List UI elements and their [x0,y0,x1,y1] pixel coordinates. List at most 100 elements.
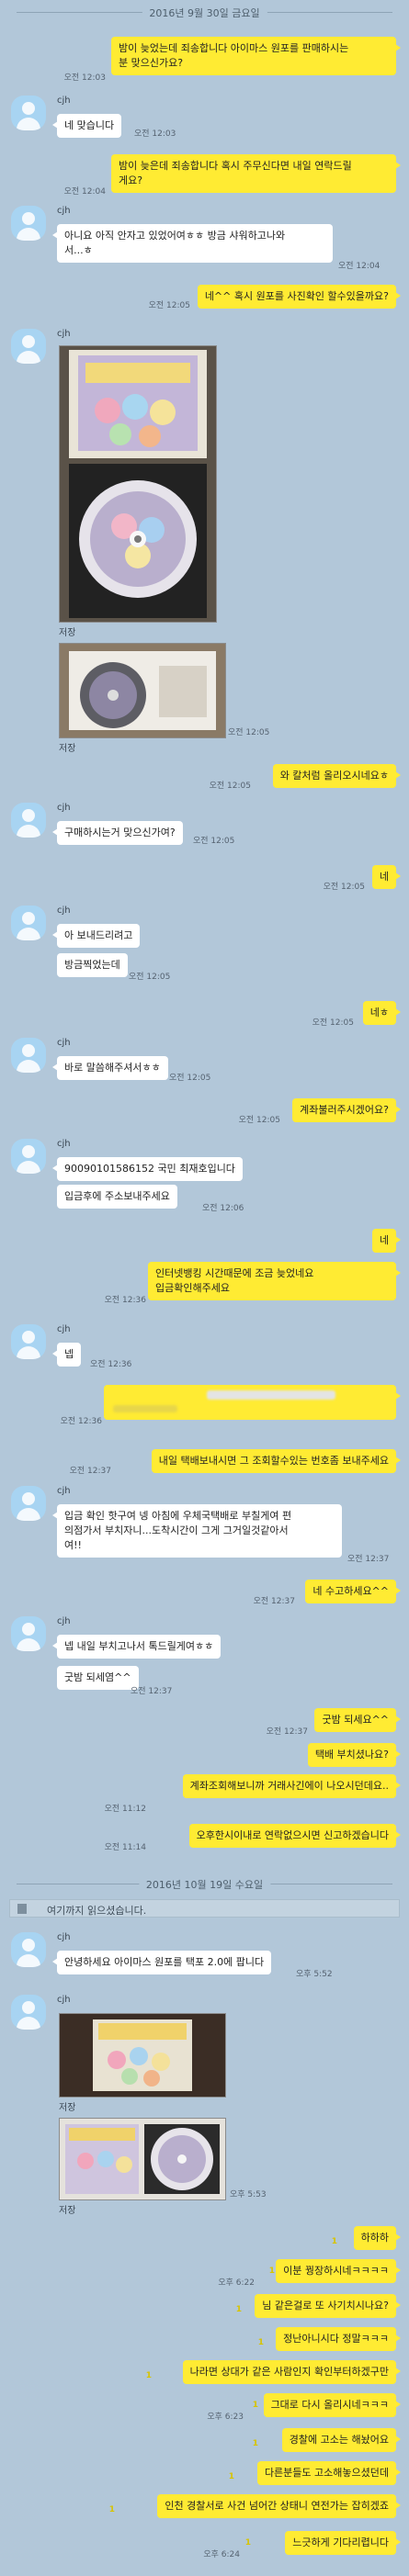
my-message-redacted[interactable] [104,1385,401,1420]
sender-name: cjh [57,1486,71,1496]
message-time: 오전 12:05 [209,782,251,791]
message-time: 오전 12:36 [104,1296,146,1305]
my-message[interactable]: 밤이 늦은데 죄송합니다 혹시 주무신다면 내일 연락드릴 게요? [111,154,401,193]
bookmark-icon [17,1904,27,1914]
message-time: 오전 12:04 [63,187,106,197]
unread-count: 1 [252,2401,258,2410]
their-message[interactable]: 입금후에 주소보내주세요 [57,1185,177,1209]
my-message[interactable]: 네^^ 혹시 원포를 사진확인 할수있을까요? [197,285,402,309]
read-marker-text: 여기까지 읽으셨습니다. [47,1905,147,1917]
my-message[interactable]: 네ㅎ [362,1001,402,1025]
message-time: 오후 6:22 [218,2278,255,2288]
message-time: 오후 5:53 [230,2190,267,2199]
avatar[interactable] [11,1038,46,1073]
message-time: 오전 12:05 [169,1074,211,1083]
unread-count: 1 [235,2305,242,2314]
avatar[interactable] [11,1995,46,2030]
my-message[interactable]: 택배 부치셨나요? [307,1743,402,1767]
save-label[interactable]: 저장 [59,2202,75,2216]
avatar[interactable] [11,206,46,241]
photo-image[interactable] [59,2118,226,2200]
message-time: 오전 11:12 [104,1805,146,1814]
unread-count: 1 [331,2237,337,2246]
sender-name: cjh [57,1139,71,1149]
date-separator: 2016년 10월 19일 수요일 [0,1877,409,1892]
my-message[interactable]: 다른분들도 고소해놓으셨던데 [256,2461,402,2485]
avatar[interactable] [11,803,46,838]
photo-image[interactable] [59,643,226,738]
photo-case-open [60,2119,225,2199]
message-time: 오전 12:37 [266,1727,308,1737]
their-message[interactable]: 구매하시는거 맞으신가여? [52,821,183,845]
my-message[interactable]: 하하하 [353,2226,402,2250]
their-message[interactable]: 바로 말씀해주셔서ㅎㅎ [52,1056,168,1080]
my-message[interactable]: 정난아니시다 정말ㅋㅋㅋ [276,2327,401,2351]
their-message[interactable]: 넵 [51,1343,82,1367]
my-message[interactable]: 경찰에 고소는 해놨어요 [281,2428,402,2452]
their-message[interactable]: 방금찍었는데 [57,953,128,977]
photo-image[interactable] [59,2013,226,2098]
date-label: 2016년 10월 19일 수요일 [138,1877,271,1892]
unread-count: 1 [228,2472,234,2481]
my-message[interactable]: 오후한시이내로 연락없으시면 신고하겠습니다 [188,1824,402,1848]
avatar[interactable] [11,329,46,364]
my-message[interactable]: 인터넷뱅킹 시간때문에 조금 늦었네요 입금확인해주세요 [148,1262,401,1300]
their-message[interactable]: 아니요 아직 안자고 있었어여ㅎㅎ 방금 샤워하고나와 서...ㅎ [52,224,333,263]
my-message[interactable]: 느긋하게 기다리렵니다 [285,2531,401,2555]
their-message[interactable]: 굿밤 되세염^^ [57,1666,139,1690]
message-time: 오후 6:24 [203,2550,240,2559]
message-time: 오전 12:37 [131,1687,173,1696]
message-time: 오전 12:05 [129,973,171,982]
message-time: 오전 12:37 [253,1597,295,1606]
my-message[interactable]: 네 수고하세요^^ [305,1580,401,1603]
save-label[interactable]: 저장 [59,624,75,638]
photo-image[interactable] [59,345,217,623]
avatar[interactable] [11,906,46,940]
avatar[interactable] [11,1139,46,1174]
message-time: 오후 6:23 [207,2413,244,2422]
my-message[interactable]: 님 같은걸로 또 사기치시나요? [255,2294,401,2318]
avatar[interactable] [11,96,46,130]
my-message[interactable]: 네 [371,1229,402,1253]
read-marker-bar[interactable]: 여기까지 읽으셨습니다. [9,1899,400,1918]
message-time: 오전 12:05 [193,837,235,846]
my-message[interactable]: 와 칼처럼 올리오시네요ㅎ [272,764,402,788]
sender-name: cjh [57,803,71,813]
message-time: 오전 12:05 [148,301,190,310]
save-label[interactable]: 저장 [59,2099,75,2113]
sender-name: cjh [57,329,71,339]
message-time: 오전 12:37 [347,1555,390,1564]
avatar[interactable] [11,1486,46,1521]
my-message[interactable]: 계좌조회해보니까 거래사긴에이 나오시던데요.. [182,1774,402,1798]
my-message[interactable]: 내일 택배보내시면 그 조회할수있는 번호좀 보내주세요 [151,1449,402,1473]
message-time: 오전 11:14 [104,1843,146,1852]
message-time: 오전 12:36 [60,1417,102,1426]
my-message[interactable]: 계좌불러주시겠어요? [292,1098,401,1122]
their-message[interactable]: 90090101586152 국민 최재호입니다 [52,1157,243,1181]
my-message[interactable]: 굿밤 되세요^^ [314,1708,401,1732]
their-message[interactable]: 안녕하세요 아이마스 원포를 택포 2.0에 팝니다 [51,1951,272,1974]
my-message[interactable]: 네 [371,865,402,889]
avatar[interactable] [11,1324,46,1359]
sender-name: cjh [57,906,71,916]
their-message[interactable]: 아 보내드리려고 [51,924,141,948]
unread-count: 1 [145,2371,152,2380]
my-message[interactable]: 그대로 다시 올리시네ㅋㅋㅋ [263,2393,402,2417]
avatar[interactable] [11,1616,46,1651]
message-time: 오전 12:06 [202,1204,244,1213]
my-message[interactable]: 이분 꿩장하시네ㅋㅋㅋㅋ [276,2259,401,2283]
message-time: 오후 5:52 [296,1970,333,1979]
their-message[interactable]: 입금 확인 핫구여 넹 아침에 우체국택배로 부칠게여 편 의점가서 부치자니.… [52,1504,342,1558]
sender-name: cjh [57,1995,71,2005]
their-message[interactable]: 네 맞습니다 [51,114,122,138]
save-label[interactable]: 저장 [59,740,75,754]
avatar[interactable] [11,1932,46,1967]
my-message[interactable]: 밤이 늦었는데 죄송합니다 아이마스 원포를 판매하시는 분 맞으신가요? [111,37,401,75]
my-message[interactable]: 나라면 상대가 같은 사람인지 확인부터하겠구만 [182,2360,402,2384]
unread-count: 1 [257,2338,264,2347]
message-time: 오전 12:05 [238,1116,280,1125]
my-message[interactable]: 인천 경찰서로 사건 넘어간 상태니 연전가는 잡히겠죠 [157,2494,401,2518]
sender-name: cjh [57,1616,71,1626]
their-message[interactable]: 넵 내일 부치고나서 톡드릴게여ㅎㅎ [51,1635,222,1659]
sender-name: cjh [57,1324,71,1334]
